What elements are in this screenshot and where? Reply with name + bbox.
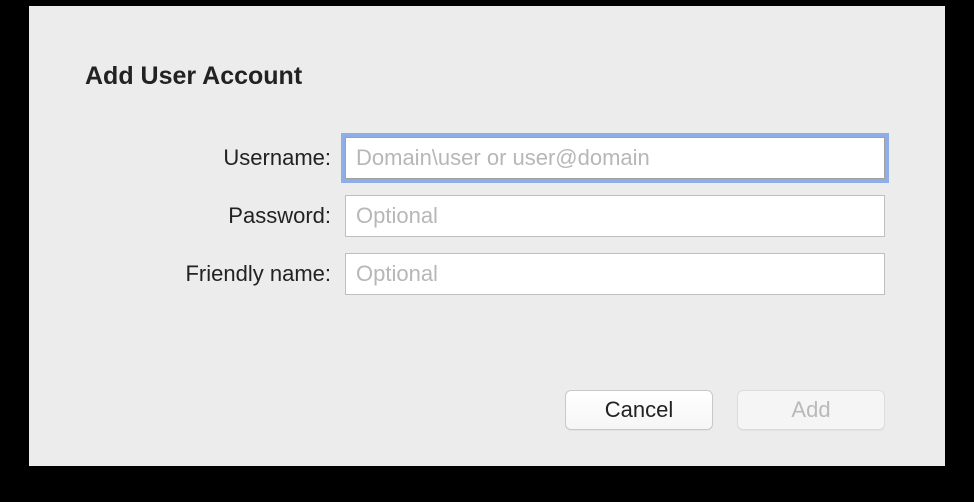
username-row: Username: bbox=[85, 137, 885, 179]
dialog-title: Add User Account bbox=[85, 62, 885, 91]
add-button[interactable]: Add bbox=[737, 390, 885, 430]
password-label: Password: bbox=[85, 203, 345, 229]
cancel-button[interactable]: Cancel bbox=[565, 390, 713, 430]
dialog-buttons: Cancel Add bbox=[565, 390, 885, 430]
password-row: Password: bbox=[85, 195, 885, 237]
username-label: Username: bbox=[85, 145, 345, 171]
friendly-name-input[interactable] bbox=[345, 253, 885, 295]
friendly-name-label: Friendly name: bbox=[85, 261, 345, 287]
friendly-name-row: Friendly name: bbox=[85, 253, 885, 295]
username-input[interactable] bbox=[345, 137, 885, 179]
password-input[interactable] bbox=[345, 195, 885, 237]
add-user-account-dialog: Add User Account Username: Password: Fri… bbox=[29, 6, 945, 466]
